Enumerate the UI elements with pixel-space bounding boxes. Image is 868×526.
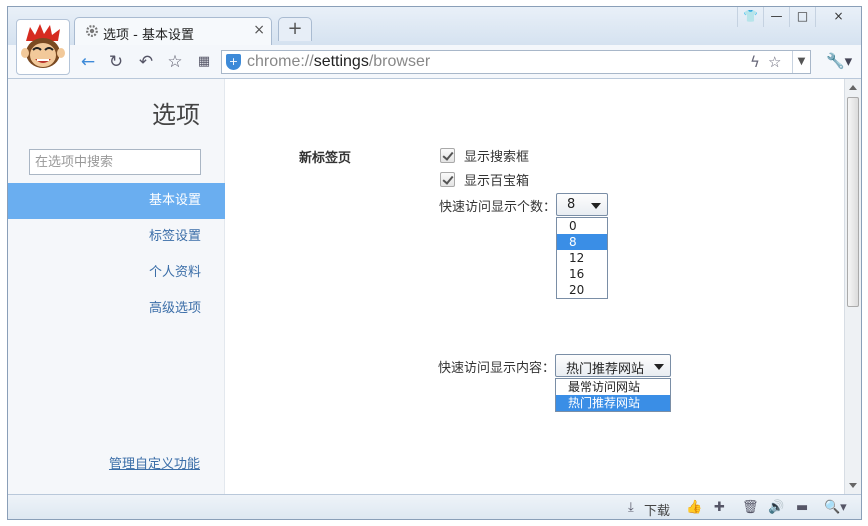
content-label: 快速访问显示内容： xyxy=(438,361,556,376)
sidebar-item-basic[interactable]: 基本设置 xyxy=(8,183,225,219)
vertical-scrollbar[interactable] xyxy=(844,79,861,494)
count-dropdown: 0 8 12 16 20 xyxy=(556,217,608,299)
count-option[interactable]: 0 xyxy=(557,218,607,234)
window-controls: 👕 — □ × xyxy=(737,7,861,29)
shield-icon: + xyxy=(226,54,241,70)
zoom-icon[interactable]: 🔍▾ xyxy=(824,500,847,515)
thumbs-up-icon[interactable]: 👍 xyxy=(686,500,702,515)
content-dropdown: 最常访问网站 热门推荐网站 xyxy=(555,378,671,412)
scroll-up-icon[interactable] xyxy=(849,85,857,90)
monkey-logo-icon xyxy=(21,24,65,68)
tab-title: 选项 - 基本设置 xyxy=(103,28,194,43)
wrench-icon[interactable]: 🔧▾ xyxy=(826,52,852,70)
lightning-icon[interactable]: ϟ xyxy=(750,53,760,71)
count-option[interactable]: 12 xyxy=(557,250,607,266)
tab-strip: 选项 - 基本设置 × + 👕 — □ × xyxy=(8,7,861,46)
settings-page: 选项 基本设置 标签设置 个人资料 高级选项 管理自定义功能 新标签页 显示搜索… xyxy=(8,79,844,494)
gear-icon xyxy=(86,25,98,37)
screen-icon[interactable]: ▬ xyxy=(796,500,808,515)
back-icon[interactable]: ← xyxy=(78,52,98,72)
content-option-selected[interactable]: 热门推荐网站 xyxy=(556,395,670,411)
search-box[interactable] xyxy=(29,149,201,175)
maximize-button[interactable]: □ xyxy=(789,7,815,27)
tab-close-icon[interactable]: × xyxy=(253,22,265,38)
manage-custom-link[interactable]: 管理自定义功能 xyxy=(109,453,200,472)
toolbar: ← ↻ ↶ ☆ ▦ + chrome://settings/browser ϟ … xyxy=(8,45,861,79)
checkbox-row-toolbox[interactable]: 显示百宝箱 xyxy=(440,170,530,189)
content-select-value: 热门推荐网站 xyxy=(566,362,645,377)
sidebar: 选项 基本设置 标签设置 个人资料 高级选项 管理自定义功能 xyxy=(8,79,225,494)
count-option[interactable]: 20 xyxy=(557,282,607,298)
reload-icon[interactable]: ↻ xyxy=(106,52,126,72)
chevron-down-icon xyxy=(654,364,664,370)
count-select[interactable]: 8 xyxy=(556,193,608,216)
minimize-button[interactable]: — xyxy=(763,7,789,27)
sidebar-item-tabs[interactable]: 标签设置 xyxy=(8,219,225,255)
chevron-down-icon xyxy=(591,203,601,209)
download-label[interactable]: 下载 xyxy=(644,500,670,519)
search-input[interactable] xyxy=(30,150,200,174)
address-url[interactable]: chrome://settings/browser xyxy=(247,53,430,71)
sidebar-item-profile[interactable]: 个人资料 xyxy=(8,255,225,291)
scroll-down-icon[interactable] xyxy=(849,483,857,488)
content-select[interactable]: 热门推荐网站 xyxy=(555,354,671,377)
count-select-value: 8 xyxy=(567,197,576,212)
show-toolbox-checkbox[interactable] xyxy=(440,171,455,187)
sidebar-item-advanced[interactable]: 高级选项 xyxy=(8,291,225,327)
show-search-checkbox[interactable] xyxy=(440,147,455,163)
download-icon[interactable]: ⤓ xyxy=(628,500,634,515)
status-bar: ⤓ 下载 👍 ✚ 🗑 🔊 ▬ 🔍▾ xyxy=(8,494,861,519)
tab-settings[interactable]: 选项 - 基本设置 × xyxy=(74,17,272,46)
show-search-label: 显示搜索框 xyxy=(464,149,530,165)
address-dropdown-icon[interactable]: ▼ xyxy=(792,51,810,73)
apps-icon[interactable]: ▦ xyxy=(194,52,214,72)
speaker-icon[interactable]: 🔊 xyxy=(768,500,784,515)
browser-window: 选项 - 基本设置 × + 👕 — □ × ← ↻ ↶ ☆ ▦ + chrome… xyxy=(7,6,862,520)
page-title: 选项 xyxy=(152,101,200,129)
section-newtab-label: 新标签页 xyxy=(299,151,352,166)
undo-icon[interactable]: ↶ xyxy=(136,52,156,72)
bookmark-star-icon[interactable]: ☆ xyxy=(768,53,781,71)
address-bar[interactable]: + chrome://settings/browser ϟ ☆ ▼ xyxy=(221,50,811,74)
main-panel: 新标签页 显示搜索框 显示百宝箱 快速访问显示个数： 8 0 8 12 16 2… xyxy=(226,79,844,494)
scrollbar-thumb[interactable] xyxy=(847,97,859,307)
star-icon[interactable]: ☆ xyxy=(165,52,185,72)
count-option-selected[interactable]: 8 xyxy=(557,234,607,250)
show-toolbox-label: 显示百宝箱 xyxy=(464,173,530,189)
new-tab-button[interactable]: + xyxy=(278,17,312,41)
medkit-icon[interactable]: ✚ xyxy=(714,500,725,515)
trash-icon[interactable]: 🗑 xyxy=(742,500,759,515)
content-option[interactable]: 最常访问网站 xyxy=(556,379,670,395)
checkbox-row-search[interactable]: 显示搜索框 xyxy=(440,146,530,165)
close-window-button[interactable]: × xyxy=(815,7,861,27)
skin-icon[interactable]: 👕 xyxy=(737,7,763,27)
browser-logo[interactable] xyxy=(16,19,70,75)
count-option[interactable]: 16 xyxy=(557,266,607,282)
count-label: 快速访问显示个数： xyxy=(439,200,557,215)
